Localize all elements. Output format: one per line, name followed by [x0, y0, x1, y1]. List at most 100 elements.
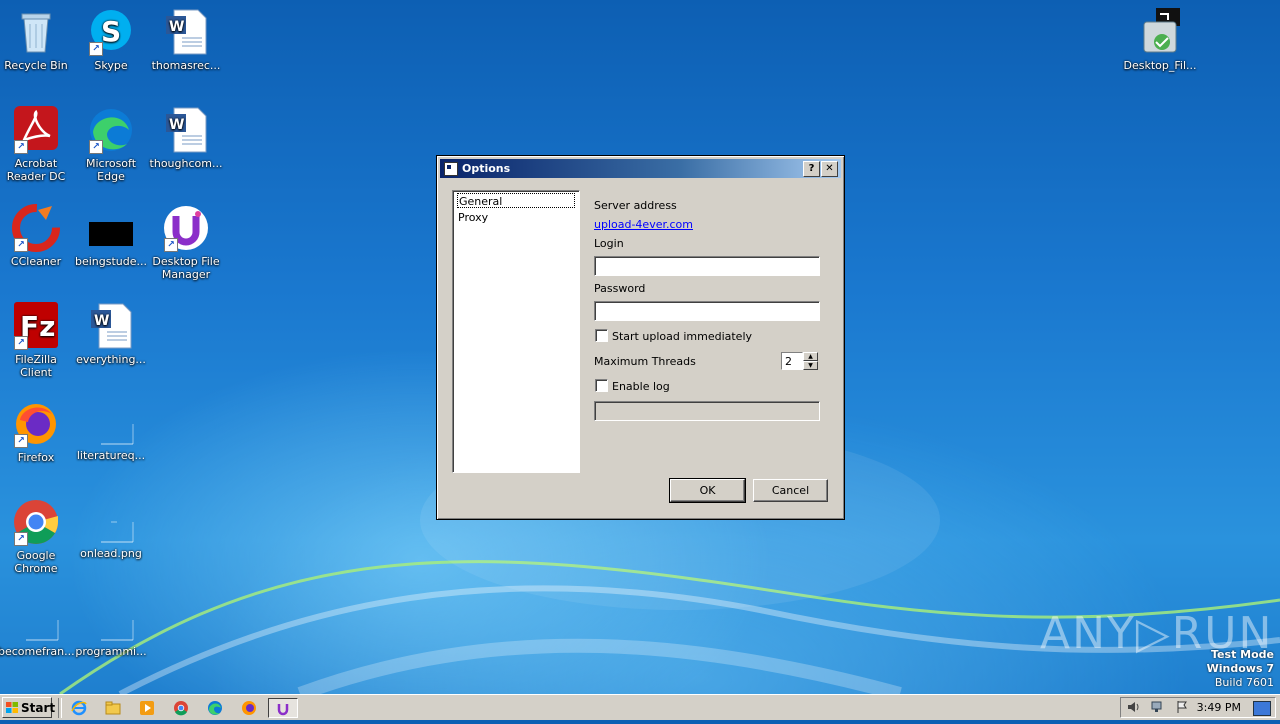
shortcut-arrow-icon: ↗: [89, 42, 103, 56]
close-button[interactable]: ✕: [821, 161, 838, 177]
desktop-icon-label: literatureq...: [76, 449, 146, 462]
chrome-icon: ↗: [12, 498, 60, 546]
desktop-icon-everything[interactable]: W everything...: [73, 302, 149, 366]
desktop-file-manager-taskbar-icon[interactable]: [268, 698, 298, 718]
system-tray: 3:49 PM: [1120, 697, 1276, 718]
test-mode-line: Test Mode: [1211, 648, 1274, 661]
desktop-icon-label: Microsoft Edge: [85, 157, 137, 183]
shortcut-arrow-icon: ↗: [14, 434, 28, 448]
desktop-icon-skype[interactable]: S ↗ Skype: [73, 8, 149, 72]
svg-text:W: W: [169, 19, 184, 35]
word-document-icon: W: [162, 8, 210, 56]
desktop-icon-beingstude[interactable]: beingstude...: [73, 204, 149, 268]
svg-text:W: W: [94, 313, 109, 329]
explorer-icon[interactable]: [102, 698, 124, 718]
test-mode-info: Test Mode Windows 7 Build 7601: [1207, 648, 1274, 690]
dialog-titlebar[interactable]: Options ? ✕: [440, 159, 841, 178]
network-icon[interactable]: [1151, 700, 1165, 717]
chrome-taskbar-icon[interactable]: [170, 698, 192, 718]
edge-icon: ↗: [87, 106, 135, 154]
desktop-icon-label: thoughcom...: [149, 157, 223, 170]
spin-down-icon[interactable]: ▼: [803, 361, 818, 370]
desktop-icon-label: Desktop_Fil...: [1123, 59, 1197, 72]
log-path-field: [594, 401, 820, 421]
ie-icon[interactable]: [68, 698, 90, 718]
login-label: Login: [594, 237, 624, 250]
action-center-flag-icon[interactable]: [1175, 700, 1189, 717]
app-icon: [444, 162, 458, 176]
installer-icon: [1136, 8, 1184, 56]
acrobat-icon: ↗: [12, 106, 60, 154]
clock[interactable]: 3:49 PM: [1197, 698, 1241, 718]
password-label: Password: [594, 282, 646, 295]
desktop-icon-label: becomefran...: [0, 645, 75, 658]
desktop-icon-thoughcom[interactable]: W thoughcom...: [148, 106, 224, 170]
help-button[interactable]: ?: [803, 161, 820, 177]
desktop-icon-thomasrec[interactable]: W thomasrec...: [148, 8, 224, 72]
firefox-taskbar-icon[interactable]: [238, 698, 260, 718]
desktop-icon-label: Desktop File Manager: [152, 255, 220, 281]
blank-file-icon: [87, 408, 135, 446]
ccleaner-icon: ↗: [12, 204, 60, 252]
blank-file-icon: [87, 506, 135, 544]
desktop-icon-becomefran[interactable]: becomefran...: [0, 604, 75, 658]
max-threads-stepper[interactable]: 2 ▲ ▼: [781, 352, 819, 370]
desktop-icon-label: Google Chrome: [14, 549, 58, 575]
list-item-proxy[interactable]: Proxy: [457, 210, 576, 225]
desktop-icon-acrobat[interactable]: ↗ Acrobat Reader DC: [0, 106, 74, 183]
cancel-button[interactable]: Cancel: [753, 479, 828, 502]
desktop-icon-edge[interactable]: ↗ Microsoft Edge: [73, 106, 149, 183]
taskbar-separator: [58, 698, 62, 718]
ok-button[interactable]: OK: [669, 478, 746, 503]
desktop-icon-programmi[interactable]: programmi...: [73, 604, 149, 658]
desktop-icon-label: Recycle Bin: [4, 59, 68, 72]
max-threads-value[interactable]: 2: [781, 352, 803, 370]
media-player-icon[interactable]: [136, 698, 158, 718]
desktop-icon-chrome[interactable]: ↗ Google Chrome: [0, 498, 74, 575]
start-label: Start: [21, 701, 56, 715]
desktop-icon-recycle-bin[interactable]: Recycle Bin: [0, 8, 74, 72]
start-button[interactable]: Start: [2, 697, 56, 718]
speaker-icon[interactable]: [1127, 700, 1141, 717]
enable-log-label: Enable log: [612, 380, 670, 393]
word-document-icon: W: [162, 106, 210, 154]
desktop-icon-label: onlead.png: [80, 547, 142, 560]
enable-log-checkbox[interactable]: [595, 379, 608, 392]
options-dialog: Options ? ✕ General Proxy Server address…: [436, 155, 845, 520]
login-field[interactable]: [594, 256, 820, 276]
blank-file-icon: [12, 604, 60, 642]
desktop-icon-ccleaner[interactable]: ↗ CCleaner: [0, 204, 74, 268]
desktop-icon-label: everything...: [76, 353, 146, 366]
password-field[interactable]: [594, 301, 820, 321]
desktop-icon-desktop-file-manager[interactable]: ↗ Desktop File Manager: [148, 204, 224, 281]
desktop-icon-label: Acrobat Reader DC: [6, 157, 66, 183]
edge-taskbar-icon[interactable]: [204, 698, 226, 718]
shortcut-arrow-icon: ↗: [14, 140, 28, 154]
list-item-general[interactable]: General: [457, 193, 575, 208]
desktop-icon-filezilla[interactable]: Fz ↗ FileZilla Client: [0, 302, 74, 379]
os-version-line: Windows 7: [1206, 662, 1274, 675]
spin-up-icon[interactable]: ▲: [803, 352, 818, 361]
desktop-icon-label: Firefox: [17, 451, 55, 464]
show-desktop-icon[interactable]: [1253, 701, 1271, 716]
desktop-icon-label: beingstude...: [74, 255, 147, 268]
desktop-icon-label: FileZilla Client: [15, 353, 57, 379]
shortcut-arrow-icon: ↗: [14, 532, 28, 546]
skype-icon: S ↗: [87, 8, 135, 56]
start-upload-checkbox[interactable]: [595, 329, 608, 342]
options-category-list[interactable]: General Proxy: [452, 190, 580, 473]
desktop-icon-desktop-fil-installer[interactable]: Desktop_Fil...: [1122, 8, 1198, 72]
desktop-icon-label: CCleaner: [10, 255, 62, 268]
svg-text:W: W: [169, 117, 184, 133]
max-threads-label: Maximum Threads: [594, 355, 696, 368]
desktop-icon-label: Skype: [94, 59, 128, 72]
filezilla-icon: Fz ↗: [12, 302, 60, 350]
windows-flag-icon: [6, 702, 18, 713]
desktop-icon-label: thomasrec...: [151, 59, 221, 72]
desktop-icon-firefox[interactable]: ↗ Firefox: [0, 400, 74, 464]
server-address-label: Server address: [594, 199, 677, 212]
server-address-link[interactable]: upload-4ever.com: [594, 218, 693, 231]
desktop-icon-onlead[interactable]: onlead.png: [73, 506, 149, 560]
desktop-icon-literatureq[interactable]: literatureq...: [73, 408, 149, 462]
shortcut-arrow-icon: ↗: [89, 140, 103, 154]
